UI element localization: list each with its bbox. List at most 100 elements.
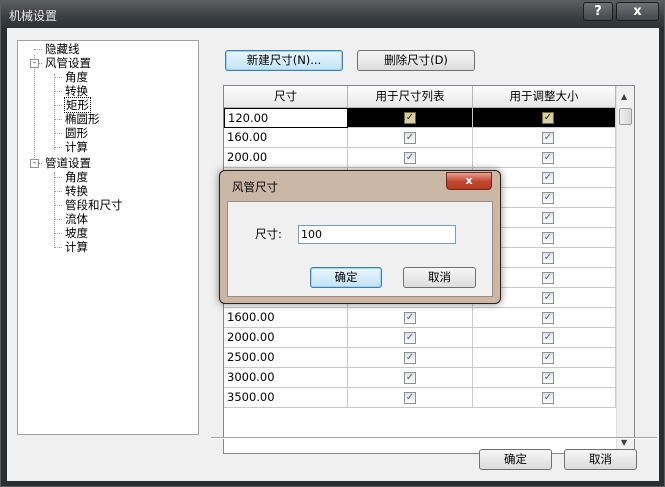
use-in-size-list-checkbox[interactable]: ✓ — [404, 332, 416, 344]
title-bar[interactable]: 机械设置 ? x — [1, 1, 664, 28]
tree-collapse-icon[interactable]: - — [30, 59, 39, 68]
tree-item[interactable]: 风管设置 — [45, 56, 91, 70]
table-row[interactable]: 160.00 ✓ ✓ — [224, 128, 616, 148]
tree-connector — [54, 77, 62, 78]
settings-tree[interactable]: 隐藏线 - 风管设置 角度 转换 矩形 椭圆形 圆形 计算 - 管道设置 角度 转换 管段和尺寸 流体 坡度计… — [17, 40, 199, 435]
use-in-size-list-checkbox[interactable]: ✓ — [404, 152, 416, 164]
tree-connector — [54, 172, 55, 248]
size-cell[interactable]: 3000.00 — [224, 368, 348, 388]
use-in-size-list-cell: ✓ — [348, 128, 473, 148]
table-row[interactable]: 120.00 ✓ ✓ — [224, 108, 616, 128]
tree-item[interactable]: 坡度 — [65, 226, 88, 240]
use-in-sizing-checkbox[interactable]: ✓ — [542, 292, 554, 304]
use-in-size-list-checkbox[interactable]: ✓ — [404, 132, 416, 144]
tree-connector — [54, 105, 62, 106]
close-button[interactable]: x — [616, 2, 659, 21]
table-vertical-scrollbar[interactable]: ▲ ▼ — [616, 86, 634, 453]
tree-item[interactable]: 计算 — [65, 140, 88, 154]
use-in-size-list-checkbox[interactable]: ✓ — [404, 392, 416, 404]
new-size-button[interactable]: 新建尺寸(N)... — [225, 50, 343, 71]
use-in-sizing-checkbox[interactable]: ✓ — [542, 372, 554, 384]
use-in-sizing-checkbox[interactable]: ✓ — [542, 272, 554, 284]
tree-connector — [54, 119, 62, 120]
tree-item[interactable]: 椭圆形 — [65, 112, 100, 126]
column-header-size[interactable]: 尺寸 — [224, 86, 348, 108]
use-in-size-list-checkbox[interactable]: ✓ — [404, 352, 416, 364]
tree-connector — [34, 55, 35, 164]
use-in-sizing-cell: ✓ — [473, 308, 616, 328]
use-in-sizing-checkbox[interactable]: ✓ — [542, 152, 554, 164]
use-in-size-list-checkbox[interactable]: ✓ — [404, 312, 416, 324]
tree-connector — [54, 91, 62, 92]
tree-connector — [54, 133, 62, 134]
use-in-sizing-cell: ✓ — [473, 328, 616, 348]
use-in-size-list-checkbox[interactable]: ✓ — [404, 372, 416, 384]
use-in-sizing-cell: ✓ — [473, 388, 616, 408]
table-row[interactable]: 2500.00 ✓ ✓ — [224, 348, 616, 368]
size-cell[interactable]: 2500.00 — [224, 348, 348, 368]
delete-size-button[interactable]: 删除尺寸(D) — [357, 50, 475, 71]
tree-item[interactable]: 矩形 — [64, 97, 91, 113]
window-title: 机械设置 — [9, 9, 58, 23]
tree-collapse-icon[interactable]: - — [30, 159, 39, 168]
size-cell[interactable]: 3500.00 — [224, 388, 348, 408]
use-in-sizing-checkbox[interactable]: ✓ — [542, 172, 554, 184]
use-in-sizing-checkbox[interactable]: ✓ — [542, 352, 554, 364]
tree-item[interactable]: 隐藏线 — [45, 42, 80, 56]
tree-item[interactable]: 圆形 — [65, 126, 88, 140]
tree-connector — [54, 74, 55, 150]
size-cell[interactable]: 160.00 — [224, 128, 348, 148]
size-input[interactable] — [298, 225, 456, 244]
ok-button[interactable]: 确定 — [479, 449, 552, 470]
use-in-sizing-checkbox[interactable]: ✓ — [542, 112, 554, 124]
size-cell[interactable]: 2000.00 — [224, 328, 348, 348]
tree-item[interactable]: 角度 — [65, 170, 88, 184]
duct-size-ok-button[interactable]: 确定 — [310, 267, 382, 288]
use-in-size-list-checkbox[interactable]: ✓ — [404, 112, 416, 124]
table-row[interactable]: 3500.00 ✓ ✓ — [224, 388, 616, 408]
duct-size-dialog-title: 风管尺寸 — [232, 180, 278, 194]
use-in-sizing-checkbox[interactable]: ✓ — [542, 212, 554, 224]
tree-item[interactable]: 转换 — [65, 184, 88, 198]
duct-size-cancel-button[interactable]: 取消 — [403, 267, 476, 288]
use-in-sizing-checkbox[interactable]: ✓ — [542, 312, 554, 324]
use-in-sizing-cell: ✓ — [473, 348, 616, 368]
table-row[interactable]: 1600.00 ✓ ✓ — [224, 308, 616, 328]
size-cell[interactable]: 1600.00 — [224, 308, 348, 328]
duct-size-dialog-close-button[interactable]: x — [446, 172, 492, 190]
scrollbar-thumb[interactable] — [619, 108, 632, 125]
table-row[interactable]: 200.00 ✓ ✓ — [224, 148, 616, 168]
tree-connector — [34, 49, 42, 50]
column-header-use-in-size-list[interactable]: 用于尺寸列表 — [348, 86, 473, 108]
use-in-sizing-checkbox[interactable]: ✓ — [542, 392, 554, 404]
cancel-button[interactable]: 取消 — [564, 449, 637, 470]
tree-connector — [54, 233, 62, 234]
use-in-sizing-checkbox[interactable]: ✓ — [542, 252, 554, 264]
use-in-sizing-checkbox[interactable]: ✓ — [542, 132, 554, 144]
tree-connector — [54, 247, 62, 248]
use-in-size-list-cell: ✓ — [348, 308, 473, 328]
size-cell[interactable]: 200.00 — [224, 148, 348, 168]
use-in-sizing-checkbox[interactable]: ✓ — [542, 192, 554, 204]
use-in-size-list-cell: ✓ — [348, 108, 473, 128]
column-header-use-in-sizing[interactable]: 用于调整大小 — [473, 86, 616, 108]
tree-connector — [54, 147, 62, 148]
use-in-sizing-checkbox[interactable]: ✓ — [542, 232, 554, 244]
tree-item[interactable]: 流体 — [65, 212, 88, 226]
scroll-down-arrow-icon[interactable]: ▼ — [621, 438, 627, 447]
tree-item[interactable]: 转换 — [65, 84, 88, 98]
size-cell[interactable]: 120.00 — [224, 108, 348, 128]
footer-separator — [211, 437, 657, 439]
tree-connector — [54, 177, 62, 178]
table-row[interactable]: 3000.00 ✓ ✓ — [224, 368, 616, 388]
scroll-up-arrow-icon[interactable]: ▲ — [621, 92, 627, 101]
tree-item[interactable]: 计算 — [65, 240, 88, 254]
tree-item[interactable]: 角度 — [65, 70, 88, 84]
tree-item[interactable]: 管道设置 — [45, 156, 91, 170]
use-in-sizing-cell: ✓ — [473, 368, 616, 388]
duct-size-dialog: 风管尺寸 x 尺寸: 确定 取消 — [219, 170, 501, 304]
tree-item[interactable]: 管段和尺寸 — [65, 198, 123, 212]
use-in-sizing-checkbox[interactable]: ✓ — [542, 332, 554, 344]
table-row[interactable]: 2000.00 ✓ ✓ — [224, 328, 616, 348]
help-button[interactable]: ? — [583, 2, 613, 21]
